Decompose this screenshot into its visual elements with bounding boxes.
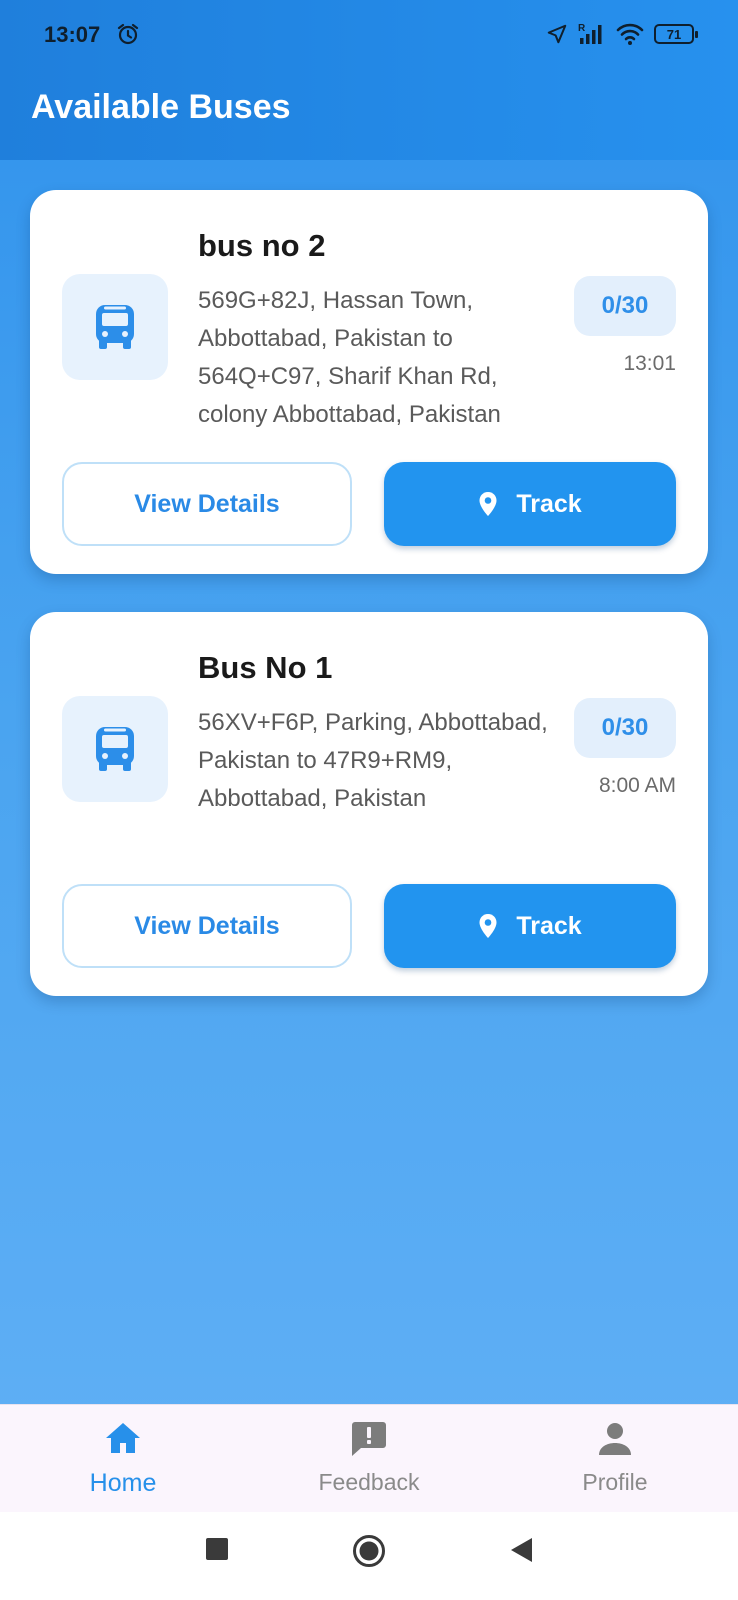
nav-label-feedback: Feedback — [318, 1469, 420, 1495]
departure-time: 8:00 AM — [598, 774, 676, 797]
status-icons: R 71 — [546, 22, 698, 46]
alarm-icon — [117, 23, 139, 45]
bus-icon-tile — [62, 274, 168, 380]
nav-item-feedback[interactable]: Feedback — [289, 1419, 449, 1505]
location-pin-icon — [479, 492, 497, 516]
home-circle-icon[interactable] — [352, 1534, 386, 1568]
track-button-label: Track — [516, 911, 582, 940]
bus-name: Bus No 1 — [198, 650, 333, 685]
location-arrow-icon — [547, 24, 567, 44]
bus-name: bus no 2 — [198, 228, 326, 263]
app-header: 13:07 R 71 Available Buses — [0, 0, 738, 160]
bottom-navigation: Home Feedback Profile — [0, 1404, 738, 1512]
nav-item-home[interactable]: Home — [43, 1419, 203, 1505]
nav-item-profile[interactable]: Profile — [535, 1419, 695, 1505]
view-details-button[interactable]: View Details — [62, 884, 352, 968]
home-icon — [106, 1423, 140, 1453]
track-button[interactable]: Track — [384, 462, 676, 546]
page-title: Available Buses — [31, 88, 291, 126]
bus-icon — [96, 727, 134, 771]
bus-icon — [96, 305, 134, 349]
nav-label-profile: Profile — [582, 1469, 648, 1495]
status-time: 13:07 — [44, 22, 101, 47]
location-pin-icon — [479, 914, 497, 938]
nav-label-home: Home — [89, 1469, 157, 1497]
view-details-button[interactable]: View Details — [62, 462, 352, 546]
seats-badge: 0/30 — [574, 276, 676, 336]
track-button[interactable]: Track — [384, 884, 676, 968]
bus-route: 569G+82J, Hassan Town, Abbottabad, Pakis… — [198, 287, 501, 428]
track-button-label: Track — [516, 489, 582, 518]
bus-card[interactable]: bus no 2 569G+82J, Hassan Town, Abbottab… — [30, 190, 708, 574]
bus-card[interactable]: Bus No 1 56XV+F6P, Parking, Abbottabad, … — [30, 612, 708, 996]
person-icon — [599, 1423, 631, 1455]
screen: 13:07 R 71 Available Buses bus no 2 569G… — [0, 0, 738, 1600]
wifi-icon — [616, 23, 644, 45]
svg-text:R: R — [578, 23, 586, 34]
battery-level: 71 — [666, 26, 682, 42]
seats-badge: 0/30 — [574, 698, 676, 758]
bus-route: 56XV+F6P, Parking, Abbottabad, Pakistan … — [198, 709, 548, 812]
bus-icon-tile — [62, 696, 168, 802]
recents-icon[interactable] — [204, 1536, 230, 1562]
back-icon[interactable] — [508, 1536, 534, 1564]
departure-time: 13:01 — [623, 352, 676, 375]
feedback-icon — [352, 1422, 386, 1456]
system-navigation-bar — [0, 1512, 738, 1600]
signal-icon: R — [578, 23, 602, 44]
battery-indicator: 71 — [654, 24, 698, 44]
